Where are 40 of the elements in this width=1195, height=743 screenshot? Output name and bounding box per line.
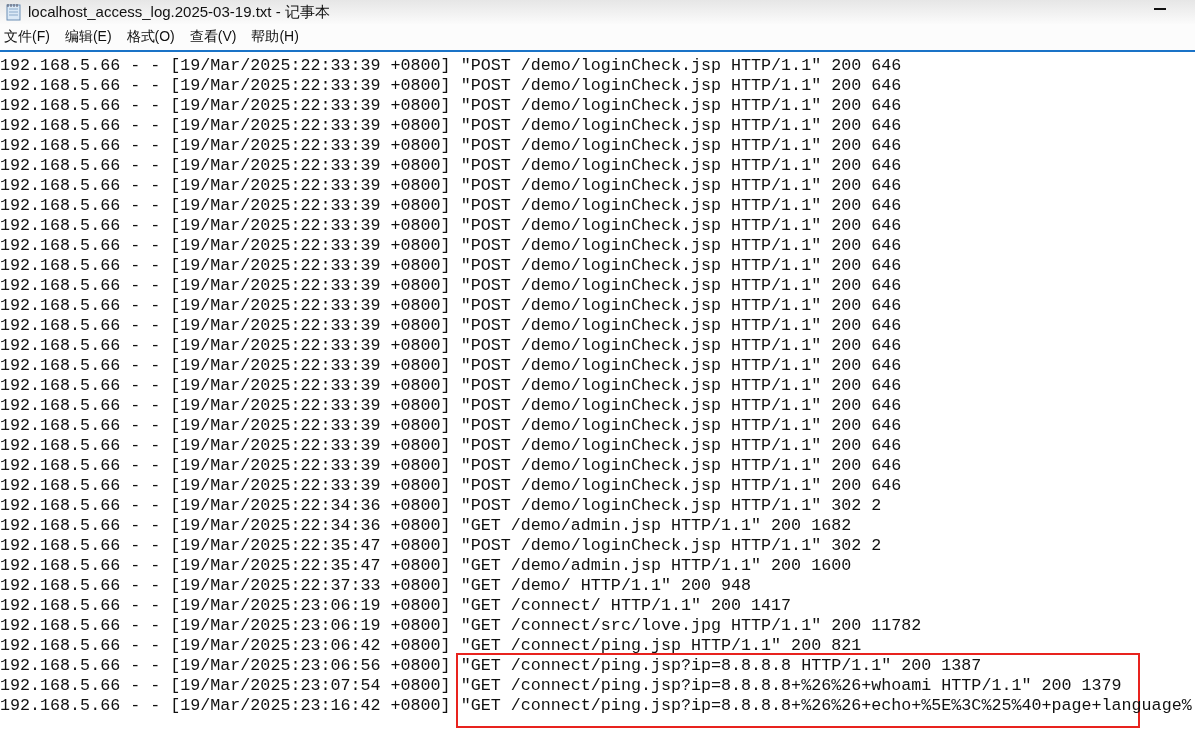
log-line: 192.168.5.66 - - [19/Mar/2025:22:35:47 +0800] "GET /demo/admin.jsp HTTP/1.1" 200 1600 (0, 556, 853, 576)
log-line: 192.168.5.66 - - [19/Mar/2025:23:06:56 +0800] "GET /connect/ping.jsp?ip=8.8.8.8 HTTP/1.1" 200 1387 (0, 656, 983, 676)
log-line: 192.168.5.66 - - [19/Mar/2025:22:33:39 +0800] "POST /demo/loginCheck.jsp HTTP/1.1" 200 646 (0, 116, 903, 136)
log-line: 192.168.5.66 - - [19/Mar/2025:22:33:39 +0800] "POST /demo/loginCheck.jsp HTTP/1.1" 200 646 (0, 196, 903, 216)
log-line: 192.168.5.66 - - [19/Mar/2025:22:37:33 +0800] "GET /demo/ HTTP/1.1" 200 948 (0, 576, 753, 596)
menu-item[interactable]: 查看(V) (189, 28, 237, 46)
minimize-icon[interactable] (1154, 8, 1166, 10)
log-line: 192.168.5.66 - - [19/Mar/2025:22:33:39 +0800] "POST /demo/loginCheck.jsp HTTP/1.1" 200 646 (0, 296, 903, 316)
log-line: 192.168.5.66 - - [19/Mar/2025:22:33:39 +0800] "POST /demo/loginCheck.jsp HTTP/1.1" 200 646 (0, 76, 903, 96)
log-line: 192.168.5.66 - - [19/Mar/2025:22:33:39 +0800] "POST /demo/loginCheck.jsp HTTP/1.1" 200 646 (0, 476, 903, 496)
log-line: 192.168.5.66 - - [19/Mar/2025:23:06:19 +0800] "GET /connect/ HTTP/1.1" 200 1417 (0, 596, 793, 616)
log-line: 192.168.5.66 - - [19/Mar/2025:22:33:39 +0800] "POST /demo/loginCheck.jsp HTTP/1.1" 200 646 (0, 236, 903, 256)
log-line: 192.168.5.66 - - [19/Mar/2025:22:35:47 +0800] "POST /demo/loginCheck.jsp HTTP/1.1" 302 2 (0, 536, 883, 556)
menu-item[interactable]: 格式(O) (126, 28, 175, 46)
log-line: 192.168.5.66 - - [19/Mar/2025:22:34:36 +0800] "POST /demo/loginCheck.jsp HTTP/1.1" 302 2 (0, 496, 883, 516)
log-line: 192.168.5.66 - - [19/Mar/2025:22:33:39 +0800] "POST /demo/loginCheck.jsp HTTP/1.1" 200 646 (0, 396, 903, 416)
log-line: 192.168.5.66 - - [19/Mar/2025:22:33:39 +0800] "POST /demo/loginCheck.jsp HTTP/1.1" 200 646 (0, 156, 903, 176)
log-line: 192.168.5.66 - - [19/Mar/2025:22:33:39 +0800] "POST /demo/loginCheck.jsp HTTP/1.1" 200 646 (0, 96, 903, 116)
log-line: 192.168.5.66 - - [19/Mar/2025:22:33:39 +0800] "POST /demo/loginCheck.jsp HTTP/1.1" 200 646 (0, 256, 903, 276)
log-line: 192.168.5.66 - - [19/Mar/2025:22:33:39 +0800] "POST /demo/loginCheck.jsp HTTP/1.1" 200 646 (0, 376, 903, 396)
menu-item[interactable]: 文件(F) (4, 28, 50, 46)
log-line: 192.168.5.66 - - [19/Mar/2025:22:33:39 +0800] "POST /demo/loginCheck.jsp HTTP/1.1" 200 646 (0, 316, 903, 336)
log-line: 192.168.5.66 - - [19/Mar/2025:23:06:42 +0800] "GET /connect/ping.jsp HTTP/1.1" 200 821 (0, 636, 863, 656)
log-line: 192.168.5.66 - - [19/Mar/2025:22:33:39 +0800] "POST /demo/loginCheck.jsp HTTP/1.1" 200 646 (0, 176, 903, 196)
log-line: 192.168.5.66 - - [19/Mar/2025:23:07:54 +0800] "GET /connect/ping.jsp?ip=8.8.8.8+%26%26+whoami HTTP/1.1" 200 1379 (0, 676, 1123, 696)
log-line: 192.168.5.66 - - [19/Mar/2025:22:33:39 +0800] "POST /demo/loginCheck.jsp HTTP/1.1" 200 646 (0, 356, 903, 376)
log-line: 192.168.5.66 - - [19/Mar/2025:22:34:36 +0800] "GET /demo/admin.jsp HTTP/1.1" 200 1682 (0, 516, 853, 536)
log-line: 192.168.5.66 - - [19/Mar/2025:22:33:39 +0800] "POST /demo/loginCheck.jsp HTTP/1.1" 200 646 (0, 276, 903, 296)
log-line: 192.168.5.66 - - [19/Mar/2025:22:33:39 +0800] "POST /demo/loginCheck.jsp HTTP/1.1" 200 646 (0, 436, 903, 456)
menu-item[interactable]: 编辑(E) (64, 28, 112, 46)
window-title: localhost_access_log.2025-03-19.txt - 记事本 (28, 2, 330, 22)
menu-item[interactable]: 帮助(H) (251, 28, 299, 46)
log-line: 192.168.5.66 - - [19/Mar/2025:22:33:39 +0800] "POST /demo/loginCheck.jsp HTTP/1.1" 200 646 (0, 216, 903, 236)
notepad-icon (6, 3, 22, 21)
log-line: 192.168.5.66 - - [19/Mar/2025:22:33:39 +0800] "POST /demo/loginCheck.jsp HTTP/1.1" 200 646 (0, 56, 903, 76)
log-line: 192.168.5.66 - - [19/Mar/2025:22:33:39 +0800] "POST /demo/loginCheck.jsp HTTP/1.1" 200 646 (0, 456, 903, 476)
log-line: 192.168.5.66 - - [19/Mar/2025:23:06:19 +0800] "GET /connect/src/love.jpg HTTP/1.1" 200 11782 (0, 616, 923, 636)
log-line: 192.168.5.66 - - [19/Mar/2025:22:33:39 +0800] "POST /demo/loginCheck.jsp HTTP/1.1" 200 646 (0, 336, 903, 356)
log-line: 192.168.5.66 - - [19/Mar/2025:22:33:39 +0800] "POST /demo/loginCheck.jsp HTTP/1.1" 200 646 (0, 136, 903, 156)
log-line: 192.168.5.66 - - [19/Mar/2025:22:33:39 +0800] "POST /demo/loginCheck.jsp HTTP/1.1" 200 646 (0, 416, 903, 436)
